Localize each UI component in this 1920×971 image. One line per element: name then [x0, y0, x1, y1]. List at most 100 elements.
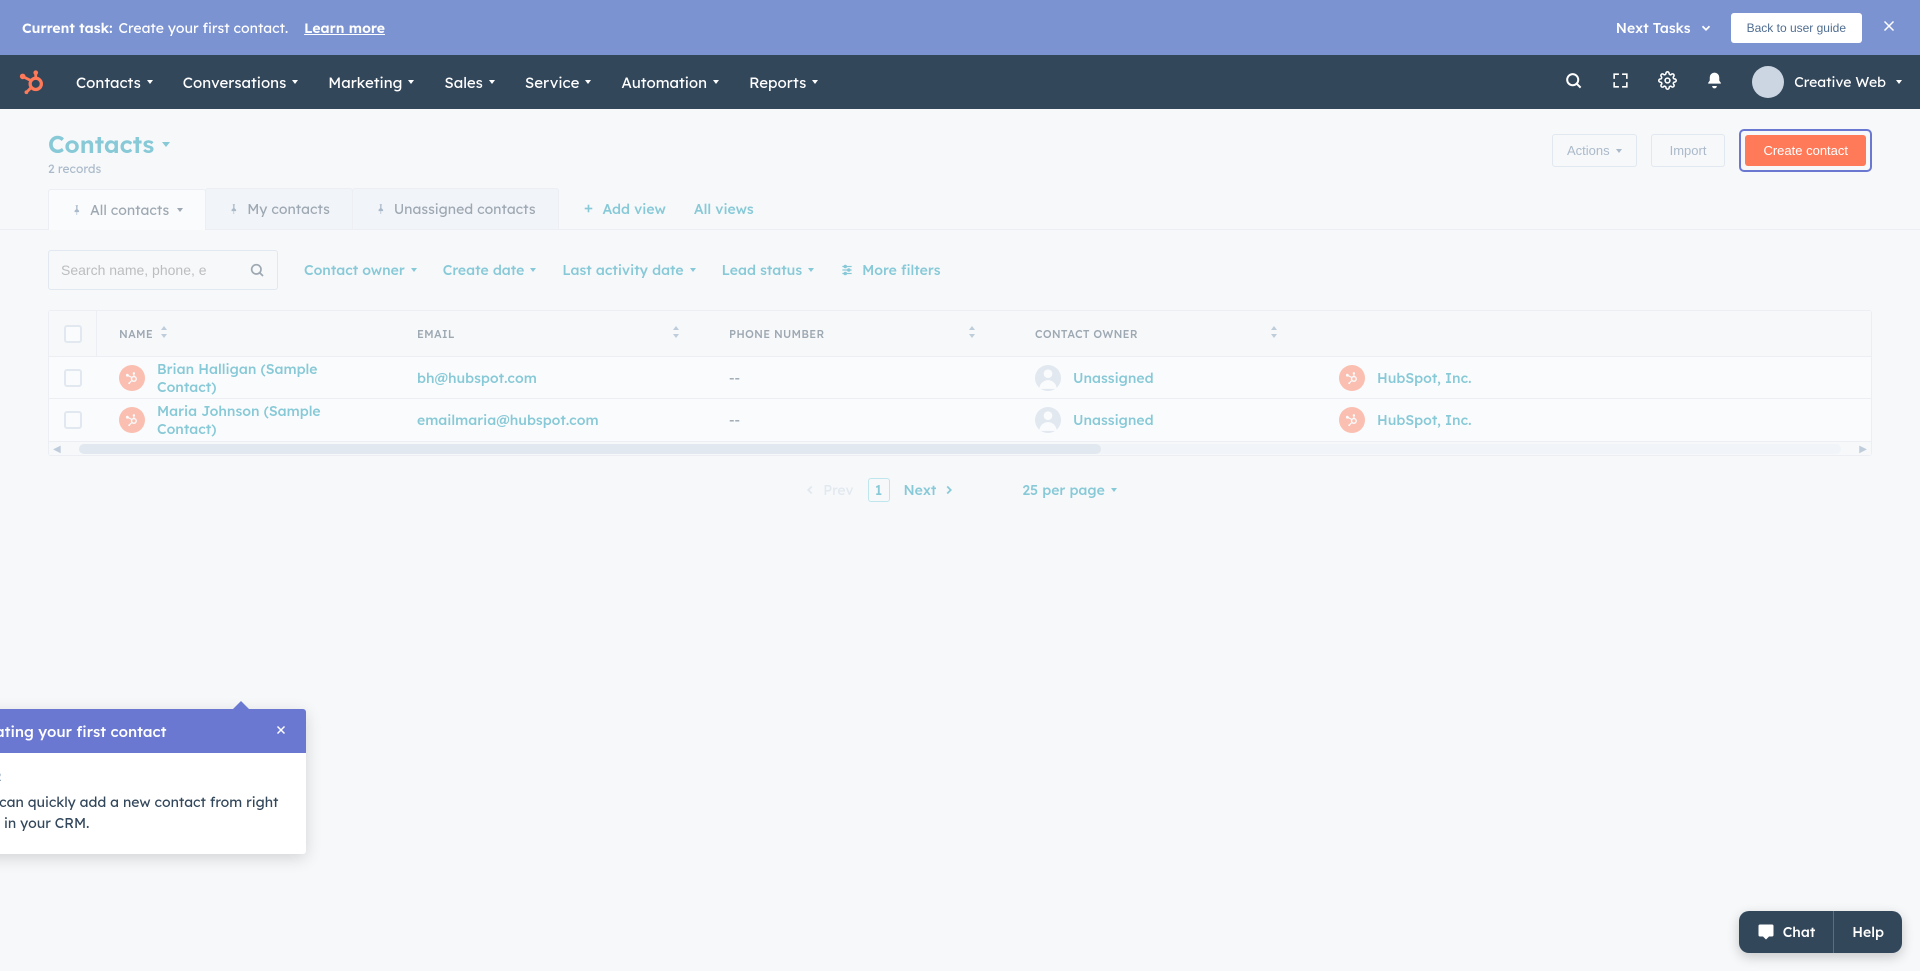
caret-down-icon	[530, 268, 536, 272]
horizontal-scrollbar[interactable]: ◀ ▶	[49, 441, 1871, 455]
filter-create-date[interactable]: Create date	[443, 261, 537, 279]
caret-down-icon	[713, 80, 719, 84]
contact-owner-link[interactable]: Unassigned	[1073, 411, 1154, 429]
scroll-thumb[interactable]	[79, 444, 1101, 454]
nav-label: Automation	[621, 73, 707, 92]
company-link[interactable]: HubSpot, Inc.	[1377, 411, 1471, 429]
filter-label: Create date	[443, 261, 525, 279]
nav-service[interactable]: Service	[525, 73, 592, 92]
chevron-right-icon	[942, 483, 956, 497]
popover-close-icon[interactable]	[274, 721, 288, 741]
next-page-button[interactable]: Next	[904, 481, 957, 499]
nav-sales[interactable]: Sales	[444, 73, 494, 92]
account-menu[interactable]: Creative Web	[1752, 66, 1902, 98]
marketplace-icon[interactable]	[1611, 71, 1630, 94]
tab-label: All contacts	[90, 201, 169, 219]
table-row: Maria Johnson (Sample Contact) emailmari…	[49, 399, 1871, 441]
chat-button[interactable]: Chat	[1739, 911, 1834, 953]
nav-label: Service	[525, 73, 580, 92]
caret-down-icon	[1896, 80, 1902, 84]
nav-reports[interactable]: Reports	[749, 73, 818, 92]
hubspot-logo-icon[interactable]	[18, 68, 46, 96]
caret-down-icon	[1111, 488, 1117, 492]
company-avatar-icon	[1339, 365, 1365, 391]
settings-icon[interactable]	[1658, 71, 1677, 94]
tab-my-contacts[interactable]: My contacts	[205, 188, 353, 229]
caret-down-icon	[812, 80, 818, 84]
top-nav: Contacts Conversations Marketing Sales S…	[0, 55, 1920, 109]
page-title: Contacts	[48, 129, 154, 159]
filter-label: Contact owner	[304, 261, 405, 279]
scroll-right-icon[interactable]: ▶	[1855, 442, 1871, 455]
contact-name-link[interactable]: Maria Johnson (Sample Contact)	[157, 402, 375, 438]
row-checkbox[interactable]	[64, 369, 82, 387]
search-input[interactable]	[61, 262, 249, 278]
back-to-guide-button[interactable]: Back to user guide	[1731, 13, 1862, 43]
nav-contacts[interactable]: Contacts	[76, 73, 153, 92]
page-title-dropdown[interactable]: Contacts	[48, 129, 170, 159]
learn-more-link[interactable]: Learn more	[304, 19, 385, 37]
popover-text: You can quickly add a new contact from r…	[0, 792, 288, 834]
add-view-label: Add view	[603, 200, 666, 218]
contact-name-link[interactable]: Brian Halligan (Sample Contact)	[157, 360, 375, 396]
header-name: NAME	[119, 327, 153, 341]
help-label: Help	[1852, 923, 1884, 941]
filter-contact-owner[interactable]: Contact owner	[304, 261, 417, 279]
search-box[interactable]	[48, 250, 278, 290]
chat-label: Chat	[1783, 923, 1816, 941]
contact-phone: --	[701, 411, 1005, 429]
help-button[interactable]: Help	[1833, 911, 1902, 953]
avatar-icon	[1752, 66, 1784, 98]
add-view-button[interactable]: Add view	[582, 200, 666, 218]
page-header: Contacts 2 records Actions Import Create…	[0, 109, 1920, 188]
page-number[interactable]: 1	[868, 478, 890, 502]
nav-marketing[interactable]: Marketing	[328, 73, 414, 92]
popover-step: 1 of 2	[0, 769, 288, 784]
scroll-left-icon[interactable]: ◀	[49, 442, 65, 455]
notifications-icon[interactable]	[1705, 71, 1724, 94]
search-icon[interactable]	[1564, 71, 1583, 94]
all-views-link[interactable]: All views	[694, 200, 754, 218]
nav-label: Conversations	[183, 73, 287, 92]
create-contact-highlight: Create contact	[1739, 129, 1872, 172]
search-icon	[249, 262, 265, 278]
contact-owner-link[interactable]: Unassigned	[1073, 369, 1154, 387]
company-link[interactable]: HubSpot, Inc.	[1377, 369, 1471, 387]
pin-icon	[375, 200, 386, 218]
popover-arrow	[232, 701, 250, 710]
sort-icon[interactable]	[1269, 326, 1279, 341]
nav-automation[interactable]: Automation	[621, 73, 719, 92]
filter-lead-status[interactable]: Lead status	[722, 261, 814, 279]
onboarding-popover: Creating your first contact 1 of 2 You c…	[0, 709, 306, 854]
sort-icon[interactable]	[159, 326, 169, 341]
per-page-dropdown[interactable]: 25 per page	[1022, 481, 1116, 499]
caret-down-icon	[147, 80, 153, 84]
sort-icon[interactable]	[671, 326, 681, 341]
contact-email-link[interactable]: emailmaria@hubspot.com	[417, 411, 599, 429]
row-checkbox[interactable]	[64, 411, 82, 429]
record-count: 2 records	[48, 161, 170, 176]
per-page-label: 25 per page	[1022, 481, 1104, 499]
create-contact-button[interactable]: Create contact	[1745, 135, 1866, 166]
next-tasks-dropdown[interactable]: Next Tasks	[1616, 19, 1713, 37]
close-banner-icon[interactable]	[1880, 15, 1898, 40]
caret-down-icon	[411, 268, 417, 272]
actions-button[interactable]: Actions	[1552, 134, 1637, 167]
filter-last-activity[interactable]: Last activity date	[562, 261, 695, 279]
select-all-checkbox[interactable]	[64, 325, 82, 343]
more-filters-button[interactable]: More filters	[840, 261, 940, 279]
tab-all-contacts[interactable]: All contacts	[48, 189, 206, 230]
prev-page-button[interactable]: Prev	[803, 481, 853, 499]
caret-down-icon	[585, 80, 591, 84]
sort-icon[interactable]	[967, 326, 977, 341]
nav-conversations[interactable]: Conversations	[183, 73, 299, 92]
import-button[interactable]: Import	[1651, 134, 1726, 167]
filter-label: Last activity date	[562, 261, 683, 279]
caret-down-icon	[292, 80, 298, 84]
header-phone: PHONE NUMBER	[729, 327, 824, 341]
tab-unassigned-contacts[interactable]: Unassigned contacts	[352, 188, 559, 229]
contact-email-link[interactable]: bh@hubspot.com	[417, 369, 537, 387]
chevron-left-icon	[803, 483, 817, 497]
plus-icon	[582, 202, 595, 215]
caret-down-icon	[1616, 149, 1622, 153]
